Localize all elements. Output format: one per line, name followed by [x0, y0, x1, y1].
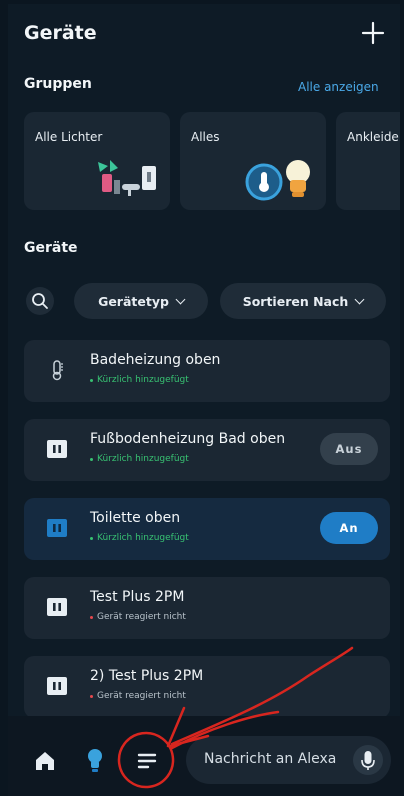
sort-by-filter-label: Sortieren Nach: [242, 293, 349, 309]
device-status-text: Gerät reagiert nicht: [97, 691, 186, 701]
plug-icon: [47, 440, 67, 458]
plug-icon: [47, 598, 67, 616]
app-frame: Geräte Gruppen Alle anzeigen Alle Lichte…: [8, 4, 400, 796]
group-card-all[interactable]: Alles: [180, 112, 326, 210]
devices-title: Geräte: [24, 240, 78, 256]
add-device-button[interactable]: [360, 20, 386, 46]
device-card[interactable]: Fußbodenheizung Bad oben Kürzlich hinzug…: [24, 419, 390, 481]
alexa-message-input[interactable]: Nachricht an Alexa: [186, 736, 391, 784]
chevron-down-icon: [175, 294, 186, 304]
thermostat-bulb-icon: [245, 160, 310, 201]
device-type-filter-label: Gerätetyp: [98, 293, 169, 309]
power-toggle-off[interactable]: Aus: [320, 433, 378, 465]
device-card[interactable]: 2) Test Plus 2PM Gerät reagiert nicht: [24, 656, 390, 718]
devices-cluster-icon: [98, 160, 156, 196]
status-dot: [90, 615, 93, 619]
device-name: Badeheizung oben: [90, 352, 221, 368]
device-card[interactable]: Badeheizung oben Kürzlich hinzugefügt: [24, 340, 390, 402]
device-type-filter[interactable]: Gerätetyp: [74, 283, 208, 319]
status-dot: [90, 536, 93, 540]
home-icon[interactable]: [32, 748, 58, 774]
search-icon: [32, 293, 48, 309]
device-name: 2) Test Plus 2PM: [90, 668, 204, 684]
device-card[interactable]: Toilette oben Kürzlich hinzugefügt An: [24, 498, 390, 560]
device-status-text: Gerät reagiert nicht: [97, 612, 186, 622]
bulb-icon[interactable]: [84, 746, 106, 776]
device-status: Kürzlich hinzugefügt: [90, 533, 189, 543]
group-card-all-lights[interactable]: Alle Lichter: [24, 112, 170, 210]
status-dot: [90, 378, 93, 382]
show-all-groups-link[interactable]: Alle anzeigen: [298, 80, 379, 94]
search-button[interactable]: [26, 287, 54, 315]
groups-title: Gruppen: [24, 76, 92, 92]
device-status: Kürzlich hinzugefügt: [90, 454, 189, 464]
device-status-text: Kürzlich hinzugefügt: [97, 533, 189, 543]
device-status-text: Kürzlich hinzugefügt: [97, 454, 189, 464]
microphone-icon[interactable]: [352, 744, 384, 776]
device-status-text: Kürzlich hinzugefügt: [97, 375, 189, 385]
group-card-label: Alles: [191, 130, 220, 144]
alexa-placeholder: Nachricht an Alexa: [204, 751, 337, 767]
device-name: Fußbodenheizung Bad oben: [90, 431, 286, 447]
device-status: Gerät reagiert nicht: [90, 612, 186, 622]
group-card-label: Alle Lichter: [35, 130, 103, 144]
page-title: Geräte: [24, 22, 97, 44]
status-dot: [90, 694, 93, 698]
group-card-label: Ankleide: [347, 130, 399, 144]
device-name: Toilette oben: [90, 510, 181, 526]
group-card-dressing-room[interactable]: Ankleide: [336, 112, 400, 210]
sort-by-filter[interactable]: Sortieren Nach: [220, 283, 386, 319]
menu-icon[interactable]: [134, 748, 160, 774]
device-name: Test Plus 2PM: [90, 589, 185, 605]
device-status: Gerät reagiert nicht: [90, 691, 186, 701]
status-dot: [90, 457, 93, 461]
device-card[interactable]: Test Plus 2PM Gerät reagiert nicht: [24, 577, 390, 639]
thermometer-icon: [52, 360, 63, 381]
power-toggle-on[interactable]: An: [320, 512, 378, 544]
plug-icon: [47, 677, 67, 695]
chevron-down-icon: [354, 294, 365, 304]
device-status: Kürzlich hinzugefügt: [90, 375, 189, 385]
plug-icon: [47, 519, 67, 537]
